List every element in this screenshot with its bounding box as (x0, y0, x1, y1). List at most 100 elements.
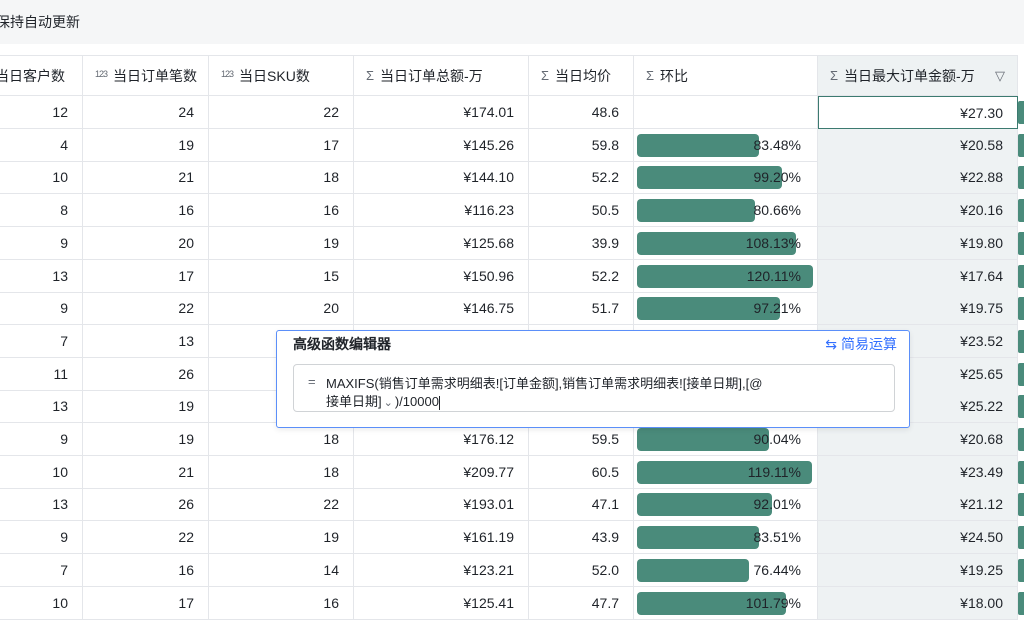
table-cell-o[interactable]: 16 (83, 194, 209, 228)
table-cell-t[interactable]: ¥123.21 (354, 553, 529, 587)
table-cell-s[interactable]: 14 (209, 553, 354, 587)
table-cell-c[interactable]: 9 (0, 423, 83, 456)
table-cell-c[interactable]: 9 (0, 521, 83, 555)
table-cell-a[interactable]: 52.2 (529, 161, 634, 195)
table-cell-a[interactable]: 60.5 (529, 455, 634, 489)
table-cell-r[interactable] (634, 96, 818, 129)
table-cell-a[interactable]: 39.9 (529, 226, 634, 260)
table-cell-m[interactable]: ¥21.12 (818, 488, 1018, 522)
column-header-4[interactable]: Σ 当日均价 (529, 55, 634, 96)
auto-update-status[interactable]: 保持自动更新 (0, 12, 80, 32)
table-cell-a[interactable]: 48.6 (529, 96, 634, 129)
table-cell-a[interactable]: 59.8 (529, 128, 634, 162)
table-cell-o[interactable]: 22 (83, 292, 209, 326)
table-cell-r[interactable]: 119.11% (634, 455, 818, 489)
table-cell-a[interactable]: 51.7 (529, 292, 634, 326)
table-cell-m[interactable]: ¥18.00 (818, 586, 1018, 620)
table-cell-s[interactable]: 19 (209, 226, 354, 260)
chevron-down-icon[interactable]: ⌄ (384, 397, 393, 409)
table-cell-c[interactable]: 13 (0, 259, 83, 293)
table-cell-a[interactable]: 52.0 (529, 553, 634, 587)
table-cell-t[interactable]: ¥161.19 (354, 521, 529, 555)
table-cell-s[interactable]: 22 (209, 96, 354, 129)
table-cell-r[interactable]: 83.51% (634, 521, 818, 555)
table-cell-r[interactable]: 80.66% (634, 194, 818, 228)
simple-mode-button[interactable]: ⇆ 简易运算 (825, 334, 897, 354)
table-cell-o[interactable]: 19 (83, 423, 209, 456)
table-cell-t[interactable]: ¥116.23 (354, 194, 529, 228)
table-cell-r[interactable]: 108.13% (634, 226, 818, 260)
field-reference[interactable]: 接单日期] (326, 394, 382, 409)
table-cell-t[interactable]: ¥193.01 (354, 488, 529, 522)
table-cell-s[interactable]: 19 (209, 521, 354, 555)
column-header-2[interactable]: 123 当日SKU数 (209, 55, 354, 96)
table-cell-o[interactable]: 26 (83, 488, 209, 522)
table-cell-a[interactable]: 43.9 (529, 521, 634, 555)
table-cell-t[interactable]: ¥144.10 (354, 161, 529, 195)
table-cell-r[interactable]: 101.79% (634, 586, 818, 620)
table-cell-r[interactable]: 99.20% (634, 161, 818, 195)
table-cell-r[interactable]: 92.01% (634, 488, 818, 522)
table-cell-c[interactable]: 13 (0, 390, 83, 424)
table-cell-t[interactable]: ¥125.68 (354, 226, 529, 260)
table-cell-c[interactable]: 10 (0, 586, 83, 620)
table-cell-r[interactable]: 120.11% (634, 259, 818, 293)
table-cell-t[interactable]: ¥150.96 (354, 259, 529, 293)
table-cell-o[interactable]: 20 (83, 226, 209, 260)
column-header-3[interactable]: Σ 当日订单总额-万 (354, 55, 529, 96)
table-cell-t[interactable]: ¥209.77 (354, 455, 529, 489)
table-cell-o[interactable]: 19 (83, 128, 209, 162)
table-cell-s[interactable]: 15 (209, 259, 354, 293)
table-cell-c[interactable]: 10 (0, 161, 83, 195)
column-header-0[interactable]: 当日客户数 (0, 55, 83, 96)
table-cell-o[interactable]: 22 (83, 521, 209, 555)
table-cell-c[interactable]: 4 (0, 128, 83, 162)
table-cell-o[interactable]: 17 (83, 586, 209, 620)
formula-input[interactable]: = MAXIFS(销售订单需求明细表![订单金额],销售订单需求明细表![接单日… (293, 364, 895, 412)
table-cell-m[interactable]: ¥23.49 (818, 455, 1018, 489)
table-cell-m[interactable]: ¥19.80 (818, 226, 1018, 260)
table-cell-t[interactable]: ¥174.01 (354, 96, 529, 129)
table-cell-r[interactable]: 83.48% (634, 128, 818, 162)
table-cell-s[interactable]: 18 (209, 161, 354, 195)
table-cell-o[interactable]: 19 (83, 390, 209, 424)
table-cell-c[interactable]: 9 (0, 292, 83, 326)
table-cell-a[interactable]: 52.2 (529, 259, 634, 293)
table-cell-s[interactable]: 16 (209, 586, 354, 620)
table-cell-o[interactable]: 21 (83, 161, 209, 195)
table-cell-c[interactable]: 8 (0, 194, 83, 228)
table-cell-a[interactable]: 47.1 (529, 488, 634, 522)
table-cell-o[interactable]: 17 (83, 259, 209, 293)
table-cell-c[interactable]: 12 (0, 96, 83, 129)
column-header-6[interactable]: Σ 当日最大订单金额-万 ▽ (818, 55, 1018, 96)
table-cell-r[interactable]: 97.21% (634, 292, 818, 326)
table-cell-t[interactable]: ¥146.75 (354, 292, 529, 326)
table-cell-s[interactable]: 17 (209, 128, 354, 162)
table-cell-r[interactable]: 76.44% (634, 553, 818, 587)
table-cell-s[interactable]: 22 (209, 488, 354, 522)
table-cell-m[interactable]: ¥20.16 (818, 194, 1018, 228)
filter-icon[interactable]: ▽ (995, 68, 1005, 84)
table-cell-o[interactable]: 21 (83, 455, 209, 489)
table-cell-a[interactable]: 47.7 (529, 586, 634, 620)
table-cell-m[interactable]: ¥19.25 (818, 553, 1018, 587)
table-cell-s[interactable]: 16 (209, 194, 354, 228)
table-cell-o[interactable]: 16 (83, 553, 209, 587)
table-cell-o[interactable]: 24 (83, 96, 209, 129)
table-cell-c[interactable]: 9 (0, 226, 83, 260)
table-cell-c[interactable]: 7 (0, 324, 83, 358)
table-cell-m[interactable]: ¥19.75 (818, 292, 1018, 326)
table-cell-m[interactable]: ¥27.30 (818, 96, 1018, 129)
table-cell-o[interactable]: 26 (83, 357, 209, 391)
table-cell-s[interactable]: 18 (209, 455, 354, 489)
table-cell-m[interactable]: ¥20.58 (818, 128, 1018, 162)
table-cell-c[interactable]: 10 (0, 455, 83, 489)
column-header-1[interactable]: 123 当日订单笔数 (83, 55, 209, 96)
table-cell-c[interactable]: 13 (0, 488, 83, 522)
table-cell-t[interactable]: ¥145.26 (354, 128, 529, 162)
table-cell-t[interactable]: ¥125.41 (354, 586, 529, 620)
table-cell-o[interactable]: 13 (83, 324, 209, 358)
table-cell-a[interactable]: 50.5 (529, 194, 634, 228)
table-cell-s[interactable]: 20 (209, 292, 354, 326)
table-cell-c[interactable]: 7 (0, 553, 83, 587)
